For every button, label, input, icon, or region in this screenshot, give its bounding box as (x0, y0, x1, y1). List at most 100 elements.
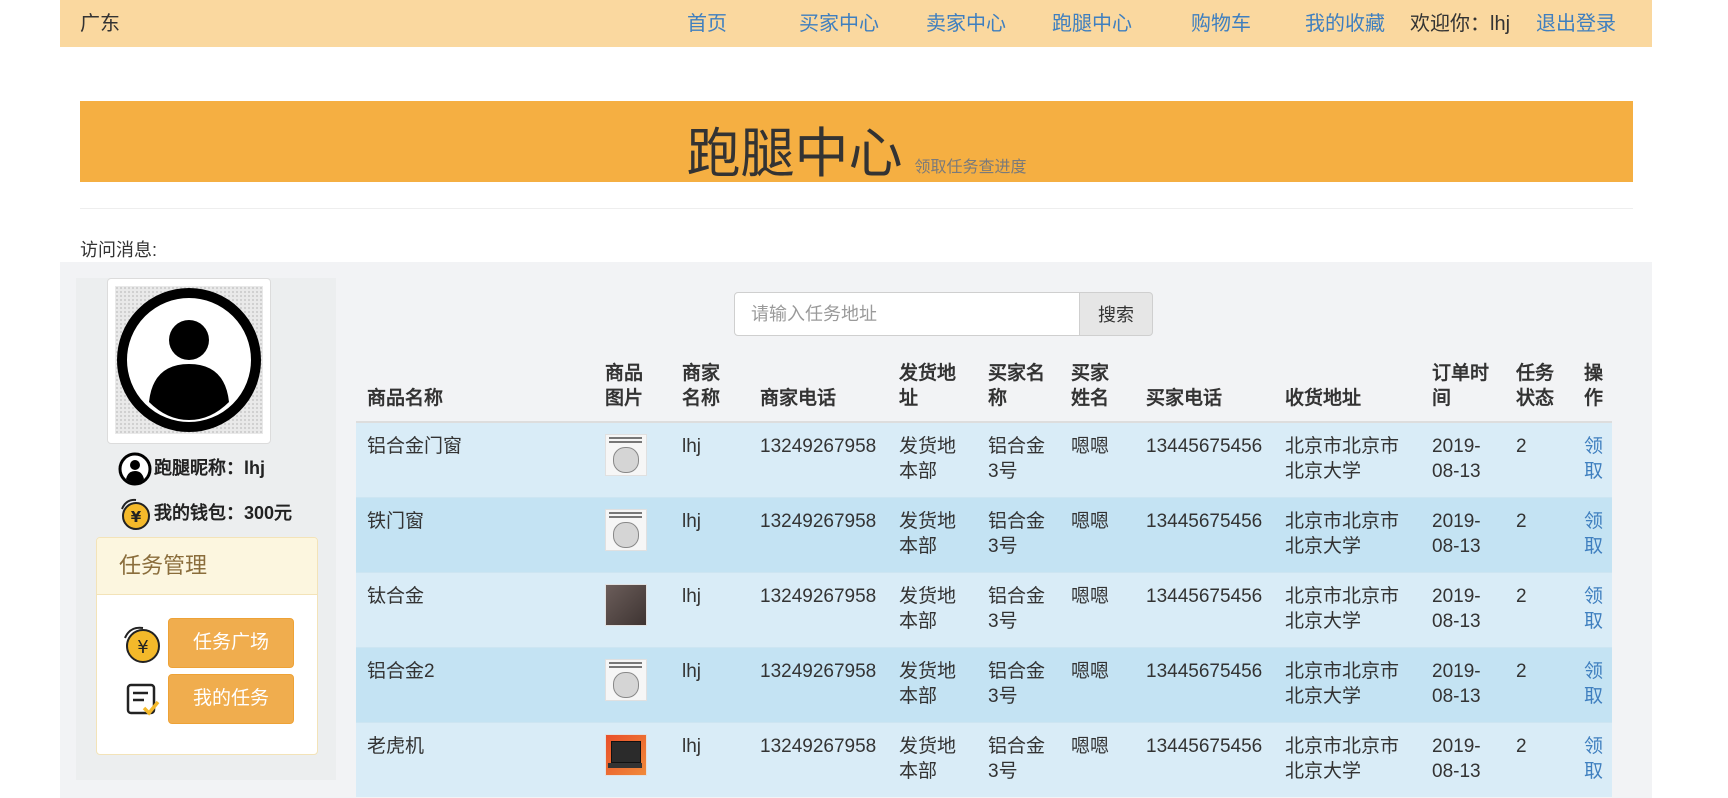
product-name-cell: 铁门窗 (356, 497, 594, 573)
order-date-cell: 2019-08-13 (1421, 722, 1505, 797)
nav-errand-center-link[interactable]: 跑腿中心 (1052, 7, 1132, 36)
column-header: 收货地址 (1274, 358, 1421, 423)
merchant-phone-cell: 13249267958 (749, 421, 888, 498)
product-image (605, 509, 647, 551)
nav-seller-center-link[interactable]: 卖家中心 (926, 7, 1006, 36)
task-status-cell: 2 (1505, 647, 1573, 723)
logout-link[interactable]: 退出登录 (1536, 7, 1616, 36)
welcome-prefix: 欢迎你： (1410, 13, 1490, 35)
buyer-real-name: 嗯嗯 (1071, 736, 1110, 757)
order-date: 2019-08-13 (1432, 736, 1481, 782)
buyer-phone-cell: 13445675456 (1135, 722, 1274, 797)
order-date: 2019-08-13 (1432, 586, 1481, 632)
buyer-name: 铝合金3号 (988, 511, 1046, 557)
task-status-cell: 2 (1505, 572, 1573, 648)
buyer-real-name-cell: 嗯嗯 (1060, 421, 1135, 498)
buyer-phone: 13445675456 (1146, 511, 1263, 532)
receive-address-cell: 北京市北京市北京大学 (1274, 421, 1421, 498)
ship-address-cell: 发货地本部 (888, 572, 977, 648)
product-name: 钛合金 (367, 586, 425, 607)
buyer-real-name: 嗯嗯 (1071, 586, 1110, 607)
receive-address: 北京市北京市北京大学 (1285, 511, 1400, 557)
merchant-phone-cell: 13249267958 (749, 572, 888, 648)
buyer-name: 铝合金3号 (988, 586, 1046, 632)
task-address-search-input[interactable] (734, 292, 1080, 336)
top-navbar: 广东 首页 买家中心 卖家中心 跑腿中心 购物车 我的收藏 欢迎你：lhj 退出… (60, 0, 1652, 47)
yuan-coin-icon: ¥ (118, 497, 152, 531)
task-status: 2 (1516, 436, 1527, 457)
merchant-phone: 13249267958 (760, 661, 877, 682)
ship-address-cell: 发货地本部 (888, 722, 977, 797)
wallet-label: 我的钱包： (154, 502, 244, 523)
claim-task-link[interactable]: 领取 (1584, 661, 1603, 707)
order-date: 2019-08-13 (1432, 436, 1481, 482)
column-header: 订单时间 (1421, 358, 1505, 423)
buyer-name: 铝合金3号 (988, 736, 1046, 782)
nav-cart-link[interactable]: 购物车 (1191, 7, 1251, 36)
buyer-name-cell: 铝合金3号 (977, 421, 1060, 498)
ship-address: 发货地本部 (899, 661, 957, 707)
merchant-name: lhj (682, 511, 702, 532)
yuan-coin-icon: ¥ (122, 624, 162, 664)
ship-address: 发货地本部 (899, 511, 957, 557)
wallet-value: 300元 (244, 502, 293, 523)
nickname-label: 跑腿昵称： (154, 457, 244, 478)
buyer-name-cell: 铝合金3号 (977, 572, 1060, 648)
column-header: 商家电话 (749, 358, 888, 423)
merchant-name-cell: lhj (671, 647, 749, 723)
task-status-cell: 2 (1505, 497, 1573, 573)
task-status-cell: 2 (1505, 722, 1573, 797)
claim-action-cell: 领取 (1573, 497, 1612, 573)
merchant-phone: 13249267958 (760, 736, 877, 757)
svg-text:¥: ¥ (131, 508, 142, 526)
ship-address: 发货地本部 (899, 736, 957, 782)
task-status: 2 (1516, 661, 1527, 682)
claim-task-link[interactable]: 领取 (1584, 511, 1603, 557)
ship-address: 发货地本部 (899, 586, 957, 632)
my-tasks-button[interactable]: 我的任务 (168, 674, 294, 724)
product-image-cell (594, 421, 671, 498)
nav-home-link[interactable]: 首页 (687, 7, 727, 36)
column-header: 操作 (1573, 358, 1612, 423)
product-name-cell: 铝合金门窗 (356, 421, 594, 498)
claim-task-link[interactable]: 领取 (1584, 436, 1603, 482)
ship-address-cell: 发货地本部 (888, 497, 977, 573)
merchant-phone-cell: 13249267958 (749, 497, 888, 573)
nickname-row: 跑腿昵称：lhj (118, 452, 265, 486)
order-date-cell: 2019-08-13 (1421, 421, 1505, 498)
merchant-phone: 13249267958 (760, 586, 877, 607)
table-row: 钛合金 lhj 13249267958 发货地本部 铝合金3号 嗯嗯 13445675456… (356, 572, 1612, 648)
product-name-cell: 铝合金2 (356, 647, 594, 723)
nickname-value: lhj (244, 457, 265, 478)
buyer-real-name-cell: 嗯嗯 (1060, 647, 1135, 723)
product-name-cell: 钛合金 (356, 572, 594, 648)
claim-action-cell: 领取 (1573, 421, 1612, 498)
buyer-real-name: 嗯嗯 (1071, 436, 1110, 457)
receive-address-cell: 北京市北京市北京大学 (1274, 722, 1421, 797)
claim-task-link[interactable]: 领取 (1584, 586, 1603, 632)
search-button[interactable]: 搜索 (1079, 292, 1153, 336)
receive-address-cell: 北京市北京市北京大学 (1274, 647, 1421, 723)
claim-action-cell: 领取 (1573, 722, 1612, 797)
buyer-phone-cell: 13445675456 (1135, 497, 1274, 573)
product-image-cell (594, 497, 671, 573)
buyer-real-name: 嗯嗯 (1071, 661, 1110, 682)
nav-favorites-link[interactable]: 我的收藏 (1305, 7, 1385, 36)
merchant-phone-cell: 13249267958 (749, 722, 888, 797)
task-square-button[interactable]: 任务广场 (168, 618, 294, 668)
column-header: 任务状态 (1505, 358, 1573, 423)
column-header: 商品名称 (356, 358, 594, 423)
order-date-cell: 2019-08-13 (1421, 572, 1505, 648)
merchant-name: lhj (682, 436, 702, 457)
region-label[interactable]: 广东 (80, 7, 120, 36)
claim-action-cell: 领取 (1573, 647, 1612, 723)
claim-task-link[interactable]: 领取 (1584, 736, 1603, 782)
merchant-name-cell: lhj (671, 497, 749, 573)
nav-buyer-center-link[interactable]: 买家中心 (799, 7, 879, 36)
table-row: 铝合金2 lhj 13249267958 发货地本部 铝合金3号 嗯嗯 1344567545… (356, 647, 1612, 723)
wallet-row: ¥ 我的钱包：300元 (118, 497, 292, 531)
merchant-name-cell: lhj (671, 722, 749, 797)
column-header: 买家姓名 (1060, 358, 1135, 423)
buyer-real-name-cell: 嗯嗯 (1060, 572, 1135, 648)
ship-address-cell: 发货地本部 (888, 421, 977, 498)
